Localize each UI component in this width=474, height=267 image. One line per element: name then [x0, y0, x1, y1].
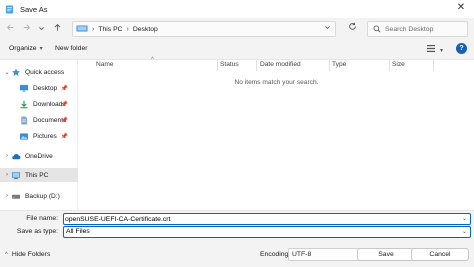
organize-label: Organize [9, 45, 37, 52]
chevron-down-icon [38, 27, 44, 31]
arrow-left-icon [6, 24, 13, 31]
navigation-pane: ⌄ Quick access Desktop 📌 Downloads 📌 Doc… [0, 60, 78, 210]
up-button[interactable] [51, 23, 63, 35]
download-icon [20, 100, 28, 108]
column-divider[interactable] [389, 60, 390, 71]
organize-button[interactable]: Organize ▾ [9, 45, 43, 52]
pc-icon [76, 25, 88, 32]
notepad-app-icon [5, 4, 14, 14]
new-folder-button[interactable]: New folder [55, 45, 88, 52]
column-header-size[interactable]: Size [392, 61, 405, 68]
sidebar-item-documents[interactable]: Documents 📌 [0, 113, 78, 127]
column-divider[interactable] [217, 60, 218, 71]
column-divider[interactable] [329, 60, 330, 71]
chevron-right-icon[interactable]: › [3, 193, 11, 199]
window-title: Save As [20, 4, 48, 14]
sidebar-item-onedrive[interactable]: › OneDrive [0, 149, 78, 163]
chevron-right-icon[interactable]: › [3, 153, 11, 159]
file-list: ^ Name Status Date modified Type Size No… [79, 57, 474, 210]
refresh-icon [348, 22, 356, 30]
chevron-right-icon[interactable]: › [3, 172, 11, 178]
column-divider[interactable] [256, 60, 257, 71]
sidebar-item-quick-access[interactable]: ⌄ Quick access [0, 65, 78, 79]
sidebar-item-label: Quick access [25, 68, 65, 76]
cancel-button[interactable]: Cancel [411, 248, 469, 261]
savetype-select[interactable]: All Files ⌄ [63, 226, 471, 238]
chevron-down-icon[interactable]: ⌄ [462, 228, 467, 235]
savetype-label: Save as type: [16, 228, 58, 235]
chevron-down-icon [325, 26, 330, 30]
column-header-name[interactable]: Name [96, 61, 114, 68]
search-box[interactable] [367, 21, 468, 37]
search-icon [373, 25, 381, 33]
encoding-select[interactable]: UTF-8 ⌄ [288, 248, 365, 261]
back-button[interactable] [4, 23, 16, 35]
filename-label: File name: [26, 215, 58, 222]
column-header-date-modified[interactable]: Date modified [260, 61, 301, 68]
pin-icon: 📌 [60, 117, 68, 124]
column-header-type[interactable]: Type [332, 61, 346, 68]
sidebar-item-desktop[interactable]: Desktop 📌 [0, 81, 78, 95]
sidebar-item-backup-drive[interactable]: › Backup (D:) [0, 189, 78, 203]
pc-icon [11, 171, 21, 179]
filename-combobox[interactable]: ⌄ [63, 213, 471, 225]
close-button[interactable]: ✕ [454, 2, 468, 13]
column-header-status[interactable]: Status [220, 61, 239, 68]
search-input[interactable] [385, 24, 465, 35]
savetype-value: All Files [66, 228, 90, 235]
drive-icon [11, 194, 21, 199]
pin-icon: 📌 [60, 85, 68, 92]
empty-folder-message: No items match your search. [234, 79, 319, 86]
title-bar: Save As ✕ [0, 0, 474, 18]
hide-folders-button[interactable]: ^ Hide Folders [5, 251, 50, 258]
breadcrumb-this-pc[interactable]: This PC [98, 26, 122, 33]
arrow-right-icon [23, 24, 30, 31]
view-options-button[interactable]: ▾ [427, 45, 443, 54]
footer-bar: ^Hide Folders Encoding: UTF-8 ⌄ Save Can… [0, 240, 474, 267]
chevron-down-icon[interactable]: ⌄ [462, 215, 467, 222]
forward-button[interactable] [20, 23, 32, 35]
column-divider[interactable] [433, 60, 434, 71]
chevron-down-icon: ▾ [39, 46, 43, 52]
sidebar-item-pictures[interactable]: Pictures 📌 [0, 129, 78, 143]
breadcrumb-desktop[interactable]: Desktop [133, 26, 158, 33]
address-bar[interactable]: › This PC › Desktop [72, 21, 336, 37]
sidebar-item-label: Pictures [33, 132, 57, 140]
list-view-icon [427, 45, 435, 52]
star-icon [12, 68, 20, 76]
sort-up-icon: ^ [151, 57, 154, 63]
sidebar-item-downloads[interactable]: Downloads 📌 [0, 97, 78, 111]
address-dropdown-button[interactable] [324, 24, 331, 33]
breadcrumb-separator: › [92, 25, 95, 33]
sidebar-item-label: Backup (D:) [25, 192, 60, 200]
help-button[interactable]: ? [456, 43, 467, 54]
sidebar-item-label: Desktop [33, 84, 58, 92]
hide-folders-label: Hide Folders [11, 251, 51, 258]
arrow-up-icon [54, 23, 60, 31]
sidebar-item-label: This PC [25, 171, 49, 179]
refresh-button[interactable] [345, 22, 359, 36]
pin-icon: 📌 [60, 133, 68, 140]
sidebar-item-label: OneDrive [25, 152, 53, 160]
command-bar: Organize ▾ New folder ▾ ? [0, 40, 474, 60]
chevron-down-icon: ▾ [439, 48, 443, 54]
encoding-label: Encoding: [260, 251, 291, 258]
save-button[interactable]: Save [357, 248, 415, 261]
recent-locations-button[interactable] [35, 23, 47, 35]
pin-icon: 📌 [60, 101, 68, 108]
chevron-up-icon: ^ [5, 252, 8, 258]
filename-input[interactable] [65, 214, 455, 224]
breadcrumb-separator: › [126, 25, 129, 33]
chevron-down-icon[interactable]: ⌄ [3, 69, 11, 76]
sidebar-item-this-pc[interactable]: › This PC [0, 168, 78, 182]
encoding-value: UTF-8 [292, 251, 312, 258]
cloud-icon [12, 153, 21, 159]
pictures-icon [19, 132, 29, 140]
desktop-icon [19, 84, 29, 92]
documents-icon [21, 115, 28, 125]
